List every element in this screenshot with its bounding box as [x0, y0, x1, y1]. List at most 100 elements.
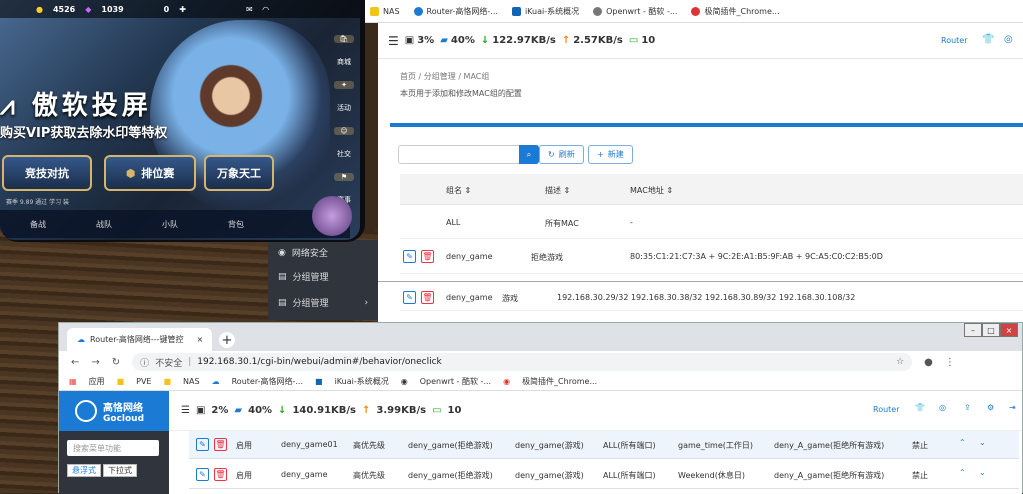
menu-toggle-icon[interactable]: ☰	[181, 405, 190, 416]
edit-icon[interactable]: ✎	[196, 438, 209, 451]
card-accent	[390, 123, 1023, 127]
match-icon[interactable]: ⚑	[334, 173, 354, 181]
gem-icon: ◆	[85, 4, 92, 14]
back-icon[interactable]: ←	[71, 357, 79, 368]
move-up-icon[interactable]: ⌃	[959, 438, 966, 447]
col-mac[interactable]: MAC地址 ⇕	[630, 185, 673, 196]
menu-mode: 悬浮式 下拉式	[67, 464, 137, 477]
memory-icon: ▰	[440, 35, 448, 46]
browser-tab[interactable]: ☁ Router-高恪网络---键管控 ×	[67, 328, 212, 351]
delete-icon[interactable]: 🗑	[421, 250, 434, 263]
refresh-button[interactable]: ↻ 刷新	[539, 145, 584, 164]
globe-icon[interactable]: ◎	[939, 403, 946, 412]
upload-stat: ↑ 2.57KB/s	[561, 35, 623, 46]
table-row: ✎ 🗑 deny_game 游戏 192.168.30.29/32 192.16…	[400, 285, 1023, 311]
refresh-icon: ↻	[548, 150, 555, 159]
gear-icon[interactable]: ⚙	[987, 403, 994, 412]
bookmark-ikuai[interactable]: iKuai-系统概况	[511, 6, 579, 17]
window-controls: – □ ×	[964, 323, 1018, 337]
lower-main: ☰ ▣ 2% ▰ 40% ↓ 140.91KB/s ↑ 3.99KB/s ▭ 10 Rou…	[169, 391, 1022, 494]
logout-icon[interactable]: ⇥	[1009, 403, 1016, 412]
bookmark-router[interactable]: Router-高恪网络-...	[413, 6, 498, 17]
apps-icon[interactable]: ▦	[69, 377, 77, 386]
folder-icon: ■	[163, 377, 172, 386]
plus-icon[interactable]: ✚	[179, 5, 186, 14]
maximize-icon[interactable]: □	[982, 323, 1000, 337]
event-icon[interactable]: ✦	[334, 81, 354, 89]
social-icon[interactable]: ☺	[334, 127, 354, 135]
folder-icon	[370, 6, 379, 16]
profile-icon[interactable]: ●	[924, 357, 933, 368]
sidebar-item-group[interactable]: ▤ 分组管理	[278, 270, 329, 284]
menu-search-input[interactable]: 搜索菜单功能	[67, 440, 159, 456]
bookmark-openwrt[interactable]: Openwrt - 酷软 -...	[593, 6, 677, 17]
close-window-icon[interactable]: ×	[1000, 323, 1018, 337]
more-icon[interactable]: ⋮	[945, 357, 955, 368]
memory-stat: ▰ 40%	[440, 35, 475, 46]
mail-icon[interactable]: ✉	[246, 5, 253, 14]
bookmark-bar: ▦ 应用 ■ PVE ■ NAS ☁ Router-高恪网络-... ■ iKuai-系统…	[59, 373, 1022, 391]
sidebar-item-security[interactable]: ◉ 网络安全	[278, 246, 328, 260]
shirt-icon[interactable]: 👕	[982, 34, 994, 45]
breadcrumb: 首页 / 分组管理 / MAC组	[400, 72, 490, 81]
mode-float[interactable]: 悬浮式	[67, 464, 101, 477]
bookmark-chrome-plugin[interactable]: 极简插件_Chrome...	[691, 6, 780, 17]
logo-icon: ⩘	[0, 91, 32, 121]
page-icon: ◉	[400, 377, 408, 386]
shop-icon[interactable]: 🛍	[334, 35, 354, 43]
tab-strip: ☁ Router-高恪网络---键管控 × + – □ ×	[59, 323, 1022, 351]
new-button[interactable]: + 新建	[588, 145, 633, 164]
nav-bag[interactable]: 背包	[228, 219, 244, 230]
globe-icon[interactable]: ◎	[1004, 34, 1013, 45]
bookmark-bar-top: NAS Router-高恪网络-... iKuai-系统概况 Openwrt -…	[360, 0, 1023, 23]
move-up-icon[interactable]: ⌃	[959, 468, 966, 477]
arrow-down-icon: ↓	[480, 35, 490, 46]
move-down-icon[interactable]: ⌄	[979, 468, 986, 477]
shield-icon: ◉	[278, 247, 286, 258]
phone-mirror: ● 4526 ◆ 1039 0 ✚ ✉ ◠ ⩘ 傲软投屏 购买VIP获取去除水印等特…	[0, 0, 365, 242]
nav-prepare[interactable]: 备战	[30, 219, 46, 230]
router-label[interactable]: Router	[941, 36, 968, 45]
avatar[interactable]	[312, 196, 352, 236]
edit-icon[interactable]: ✎	[403, 250, 416, 263]
search-icon[interactable]: ⌕	[519, 145, 539, 164]
delete-icon[interactable]: 🗑	[421, 291, 434, 304]
minimize-icon[interactable]: –	[964, 323, 982, 337]
edit-icon[interactable]: ✎	[196, 468, 209, 481]
upload-icon[interactable]: ⇪	[964, 403, 971, 412]
search-input[interactable]	[398, 145, 538, 164]
new-tab-button[interactable]: +	[219, 332, 235, 348]
move-down-icon[interactable]: ⌄	[979, 438, 986, 447]
menu-toggle-icon[interactable]: ☰	[388, 34, 399, 48]
star-icon[interactable]: ☆	[896, 357, 904, 367]
mode-dropdown[interactable]: 下拉式	[103, 464, 137, 477]
address-bar-row: ← → ↻ ⓘ 不安全 | 192.168.30.1/cgi-bin/webui…	[59, 351, 1022, 373]
plugin-icon	[691, 6, 701, 16]
sidebar-item-group-active[interactable]: ▤ 分组管理 ›	[278, 296, 368, 310]
game-screen[interactable]: ● 4526 ◆ 1039 0 ✚ ✉ ◠ ⩘ 傲软投屏 购买VIP获取去除水印等特…	[0, 0, 360, 240]
router-page: ☰ ▣ 3% ▰ 40% ↓ 122.97KB/s ↑ 2.57KB/s ▭ 10 Rou…	[378, 23, 1023, 323]
download-stat: ↓ 122.97KB/s	[480, 35, 556, 46]
table-row: ✎ 🗑 启用 deny_game01 高优先级 deny_game(拒绝游戏) …	[189, 431, 1019, 459]
shirt-icon[interactable]: 👕	[915, 403, 925, 412]
delete-icon[interactable]: 🗑	[214, 438, 227, 451]
watermark-brand: ⩘ 傲软投屏	[0, 91, 152, 121]
forward-icon[interactable]: →	[91, 357, 99, 368]
nav-team[interactable]: 战队	[96, 219, 112, 230]
edit-icon[interactable]: ✎	[403, 291, 416, 304]
delete-icon[interactable]: 🗑	[214, 468, 227, 481]
col-name[interactable]: 组名 ⇕	[446, 185, 471, 196]
router-status-bar: ☰ ▣ 3% ▰ 40% ↓ 122.97KB/s ↑ 2.57KB/s ▭ 10	[378, 23, 1023, 59]
mode-button-pvp[interactable]: 竞技对抗	[2, 155, 92, 191]
close-icon[interactable]: ×	[197, 335, 204, 344]
mode-button-ranked[interactable]: ⬢ 排位赛	[104, 155, 196, 191]
col-desc[interactable]: 描述 ⇕	[545, 185, 570, 196]
url-field[interactable]: ⓘ 不安全 | 192.168.30.1/cgi-bin/webui/admin…	[132, 353, 913, 371]
mode-button-vientiane[interactable]: 万象天工	[204, 155, 274, 191]
nav-squad[interactable]: 小队	[162, 219, 178, 230]
logo-icon	[75, 400, 97, 422]
bookmark-nas[interactable]: NAS	[370, 6, 400, 16]
router-label[interactable]: Router	[873, 405, 900, 414]
reload-icon[interactable]: ↻	[112, 357, 120, 368]
wifi-icon: ◠	[262, 4, 269, 14]
